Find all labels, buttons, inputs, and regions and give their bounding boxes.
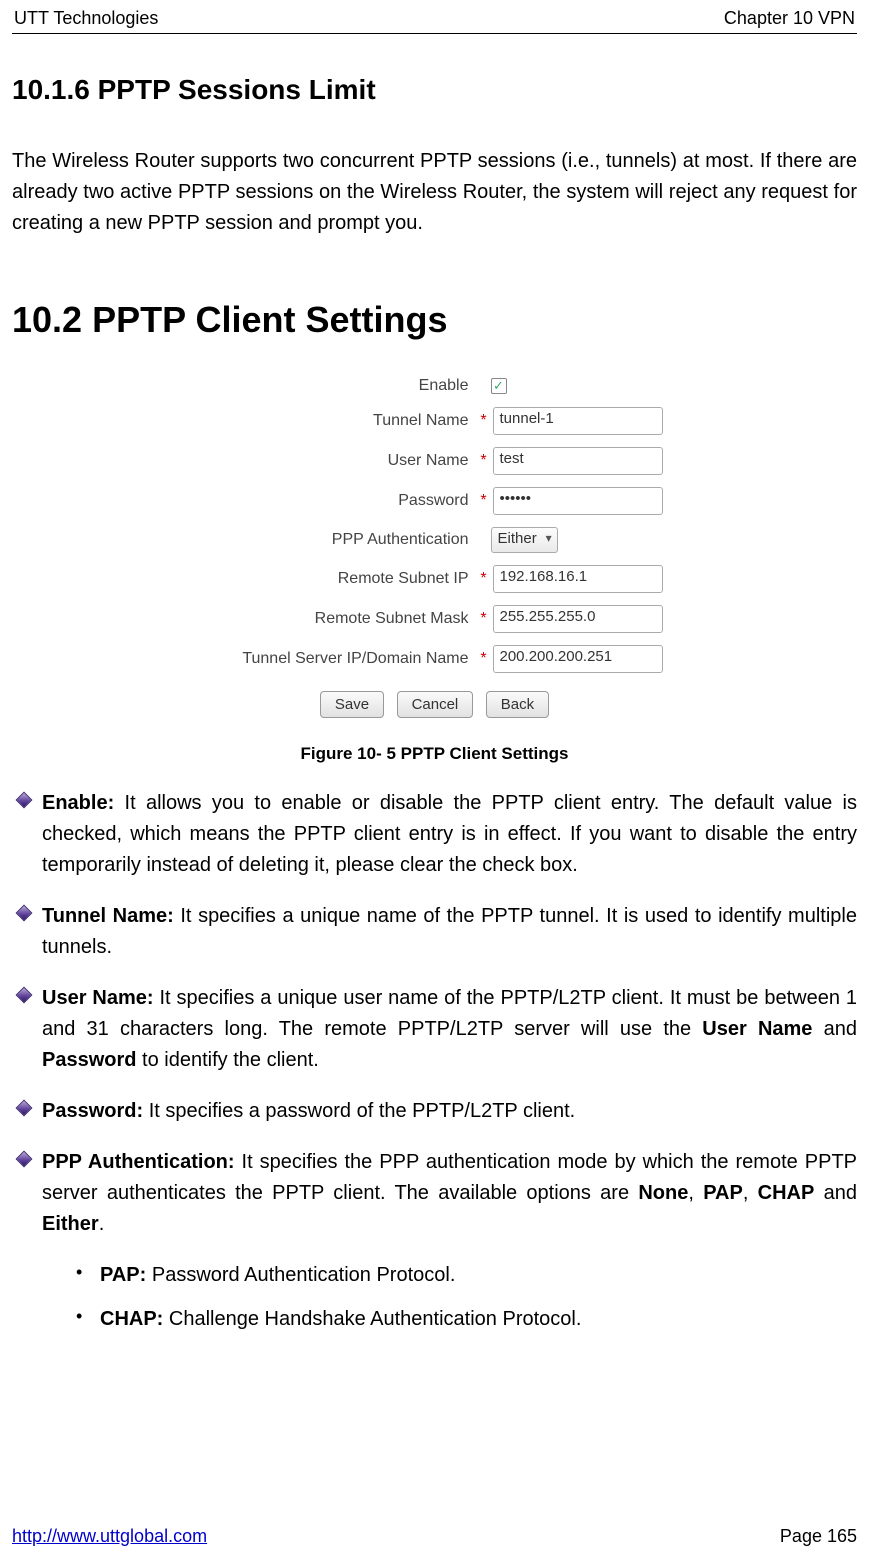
ppp-auth-select[interactable]: Either	[491, 527, 558, 553]
figure-pptp-client-settings: Enable ✓ Tunnel Name * tunnel-1 User Nam…	[12, 377, 857, 764]
row-tunnel-server: Tunnel Server IP/Domain Name * 200.200.2…	[207, 645, 663, 673]
term-password: Password:	[42, 1100, 143, 1122]
term-pap: PAP:	[100, 1264, 146, 1286]
heading-10-2: 10.2 PPTP Client Settings	[12, 299, 857, 341]
remote-subnet-ip-input[interactable]: 192.168.16.1	[493, 565, 663, 593]
diamond-icon	[12, 1096, 42, 1127]
header-right: Chapter 10 VPN	[724, 8, 855, 29]
sub-bullet-pap-text: PAP: Password Authentication Protocol.	[100, 1260, 857, 1290]
pptp-form: Enable ✓ Tunnel Name * tunnel-1 User Nam…	[207, 377, 663, 728]
diamond-icon	[12, 983, 42, 1076]
diamond-icon	[12, 1147, 42, 1240]
sub-bullet-chap-text: CHAP: Challenge Handshake Authentication…	[100, 1304, 857, 1334]
figure-caption: Figure 10- 5 PPTP Client Settings	[12, 744, 857, 764]
row-remote-subnet-ip: Remote Subnet IP * 192.168.16.1	[207, 565, 663, 593]
label-remote-subnet-ip: Remote Subnet IP	[207, 570, 477, 588]
cancel-button[interactable]: Cancel	[397, 691, 474, 718]
bullet-password: Password: It specifies a password of the…	[12, 1096, 857, 1127]
required-marker: *	[479, 570, 489, 588]
required-marker: *	[479, 492, 489, 510]
bullet-user-name-text: User Name: It specifies a unique user na…	[42, 983, 857, 1076]
row-password: Password * ••••••	[207, 487, 663, 515]
tunnel-name-input[interactable]: tunnel-1	[493, 407, 663, 435]
page-footer: http://www.uttglobal.com Page 165	[12, 1526, 857, 1547]
bullet-dot-icon: •	[70, 1260, 100, 1290]
bullet-ppp-auth-text: PPP Authentication: It specifies the PPP…	[42, 1147, 857, 1240]
bullet-enable: Enable: It allows you to enable or disab…	[12, 788, 857, 881]
label-ppp-auth: PPP Authentication	[207, 531, 477, 549]
bullet-tunnel-name: Tunnel Name: It specifies a unique name …	[12, 901, 857, 963]
tunnel-server-input[interactable]: 200.200.200.251	[493, 645, 663, 673]
page-number: Page 165	[780, 1526, 857, 1547]
bullet-enable-text: Enable: It allows you to enable or disab…	[42, 788, 857, 881]
required-marker: *	[479, 650, 489, 668]
diamond-icon	[12, 788, 42, 881]
label-remote-subnet-mask: Remote Subnet Mask	[207, 610, 477, 628]
heading-10-1-6: 10.1.6 PPTP Sessions Limit	[12, 74, 857, 106]
bullet-ppp-auth: PPP Authentication: It specifies the PPP…	[12, 1147, 857, 1240]
password-input[interactable]: ••••••	[493, 487, 663, 515]
bullet-dot-icon: •	[70, 1304, 100, 1334]
required-marker: *	[479, 452, 489, 470]
diamond-icon	[12, 901, 42, 963]
term-tunnel-name: Tunnel Name:	[42, 905, 174, 927]
header-left: UTT Technologies	[14, 8, 158, 29]
row-ppp-auth: PPP Authentication Either	[207, 527, 663, 553]
term-chap: CHAP:	[100, 1308, 163, 1330]
row-remote-subnet-mask: Remote Subnet Mask * 255.255.255.0	[207, 605, 663, 633]
required-marker: *	[479, 412, 489, 430]
user-name-input[interactable]: test	[493, 447, 663, 475]
label-tunnel-server: Tunnel Server IP/Domain Name	[207, 650, 477, 668]
row-tunnel-name: Tunnel Name * tunnel-1	[207, 407, 663, 435]
sub-bullet-chap: • CHAP: Challenge Handshake Authenticati…	[70, 1304, 857, 1334]
page-header: UTT Technologies Chapter 10 VPN	[12, 8, 857, 34]
row-enable: Enable ✓	[207, 377, 663, 395]
remote-subnet-mask-input[interactable]: 255.255.255.0	[493, 605, 663, 633]
required-marker: *	[479, 610, 489, 628]
bullet-password-text: Password: It specifies a password of the…	[42, 1096, 857, 1127]
bullet-user-name: User Name: It specifies a unique user na…	[12, 983, 857, 1076]
enable-checkbox[interactable]: ✓	[491, 378, 507, 394]
label-tunnel-name: Tunnel Name	[207, 412, 477, 430]
form-button-row: Save Cancel Back	[207, 691, 663, 718]
term-user-name: User Name:	[42, 987, 154, 1009]
footer-link[interactable]: http://www.uttglobal.com	[12, 1526, 207, 1547]
term-enable: Enable:	[42, 792, 114, 814]
sub-bullet-pap: • PAP: Password Authentication Protocol.	[70, 1260, 857, 1290]
save-button[interactable]: Save	[320, 691, 384, 718]
row-user-name: User Name * test	[207, 447, 663, 475]
back-button[interactable]: Back	[486, 691, 549, 718]
term-ppp-auth: PPP Authentication:	[42, 1151, 235, 1173]
paragraph-10-1-6: The Wireless Router supports two concurr…	[12, 146, 857, 239]
label-enable: Enable	[207, 377, 477, 395]
label-user-name: User Name	[207, 452, 477, 470]
bullet-tunnel-name-text: Tunnel Name: It specifies a unique name …	[42, 901, 857, 963]
label-password: Password	[207, 492, 477, 510]
